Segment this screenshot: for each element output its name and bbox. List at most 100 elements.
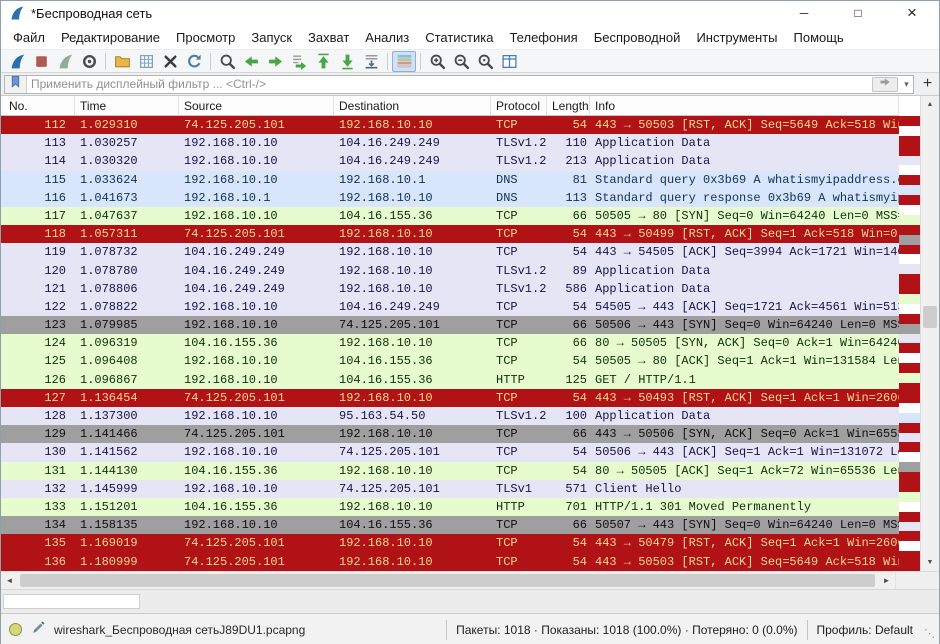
column-header-proto[interactable]: Protocol — [491, 96, 547, 115]
collapsed-pane-scrollbar[interactable] — [1, 589, 939, 613]
horizontal-scroll-track[interactable] — [18, 572, 878, 589]
packet-minimap[interactable] — [899, 96, 920, 571]
packet-row[interactable]: 1141.030320192.168.10.10104.16.249.249TL… — [1, 152, 899, 170]
packet-row[interactable]: 1241.096319104.16.155.36192.168.10.10TCP… — [1, 334, 899, 352]
packet-row[interactable]: 1121.02931074.125.205.101192.168.10.10TC… — [1, 116, 899, 134]
packet-row[interactable]: 1151.033624192.168.10.10192.168.10.1DNS8… — [1, 171, 899, 189]
zoom-out-button[interactable] — [449, 51, 473, 72]
menu-item-6[interactable]: Статистика — [417, 27, 501, 48]
collapsed-pane-thumb[interactable] — [3, 594, 140, 609]
expert-info-button[interactable] — [9, 623, 22, 636]
open-file-button[interactable] — [110, 51, 134, 72]
packet-row[interactable]: 1181.05731174.125.205.101192.168.10.10TC… — [1, 225, 899, 243]
packet-row[interactable]: 1271.13645474.125.205.101192.168.10.10TC… — [1, 389, 899, 407]
vertical-scrollbar[interactable]: ▲ ▼ — [920, 96, 939, 571]
colorize-button[interactable] — [392, 51, 416, 72]
packet-dst: 192.168.10.10 — [334, 280, 491, 298]
find-packet-button[interactable] — [215, 51, 239, 72]
packet-row[interactable]: 1171.047637192.168.10.10104.16.155.36TCP… — [1, 207, 899, 225]
minimap-stripe — [899, 146, 920, 156]
profile-button[interactable]: Профиль: Default — [807, 620, 923, 640]
packet-row[interactable]: 1331.151201104.16.155.36192.168.10.10HTT… — [1, 498, 899, 516]
menu-item-7[interactable]: Телефония — [501, 27, 585, 48]
close-button[interactable]: × — [885, 1, 939, 25]
menu-item-10[interactable]: Помощь — [786, 27, 852, 48]
packet-row[interactable]: 1341.158135192.168.10.10104.16.155.36TCP… — [1, 516, 899, 534]
zoom-original-icon — [477, 53, 494, 70]
scroll-right-button[interactable]: ► — [878, 572, 895, 589]
zoom-original-button[interactable] — [473, 51, 497, 72]
filter-bookmark-button[interactable] — [5, 76, 27, 93]
resize-columns-button[interactable] — [497, 51, 521, 72]
packet-time: 1.041673 — [75, 189, 179, 207]
resize-grip-icon[interactable]: ⋱ — [922, 619, 937, 640]
vertical-scroll-thumb[interactable] — [923, 306, 937, 328]
packet-no: 129 — [1, 425, 75, 443]
packet-row[interactable]: 1131.030257192.168.10.10104.16.249.249TL… — [1, 134, 899, 152]
menu-item-8[interactable]: Беспроводной — [586, 27, 689, 48]
column-header-src[interactable]: Source — [179, 96, 334, 115]
zoom-in-button[interactable] — [425, 51, 449, 72]
menu-item-2[interactable]: Просмотр — [168, 27, 243, 48]
menu-item-3[interactable]: Запуск — [243, 27, 300, 48]
filter-add-button[interactable]: + — [919, 75, 936, 94]
filter-apply-button[interactable] — [872, 77, 898, 92]
packet-no: 115 — [1, 171, 75, 189]
column-header-dst[interactable]: Destination — [334, 96, 491, 115]
go-first-packet-button[interactable] — [311, 51, 335, 72]
auto-scroll-button[interactable] — [359, 51, 383, 72]
go-last-packet-button[interactable] — [335, 51, 359, 72]
save-file-button[interactable] — [134, 51, 158, 72]
packet-row[interactable]: 1251.096408192.168.10.10104.16.155.36TCP… — [1, 352, 899, 370]
go-to-packet-button[interactable] — [287, 51, 311, 72]
minimize-button[interactable]: ─ — [777, 1, 831, 25]
close-file-button[interactable] — [158, 51, 182, 72]
column-header-time[interactable]: Time — [75, 96, 179, 115]
packet-row[interactable]: 1361.18099974.125.205.101192.168.10.10TC… — [1, 553, 899, 571]
packet-row[interactable]: 1281.137300192.168.10.1095.163.54.50TLSv… — [1, 407, 899, 425]
menu-item-0[interactable]: Файл — [5, 27, 53, 48]
packet-row[interactable]: 1311.144130104.16.155.36192.168.10.10TCP… — [1, 462, 899, 480]
capture-comment-button[interactable] — [31, 621, 45, 638]
maximize-button[interactable]: □ — [831, 1, 885, 25]
start-capture-button[interactable] — [5, 51, 29, 72]
packet-row[interactable]: 1231.079985192.168.10.1074.125.205.101TC… — [1, 316, 899, 334]
menu-item-5[interactable]: Анализ — [357, 27, 417, 48]
packet-row[interactable]: 1321.145999192.168.10.1074.125.205.101TL… — [1, 480, 899, 498]
packet-no: 114 — [1, 152, 75, 170]
column-header-info[interactable]: Info — [590, 96, 899, 115]
packet-row[interactable]: 1221.078822192.168.10.10104.16.249.249TC… — [1, 298, 899, 316]
horizontal-scroll-thumb[interactable] — [20, 574, 875, 587]
display-filter-input[interactable] — [27, 77, 872, 92]
column-header-no[interactable]: No. — [1, 96, 75, 115]
packet-row[interactable]: 1161.041673192.168.10.1192.168.10.10DNS1… — [1, 189, 899, 207]
filter-dropdown-button[interactable]: ▾ — [900, 79, 913, 90]
scroll-down-button[interactable]: ▼ — [921, 554, 939, 571]
packet-row[interactable]: 1261.096867192.168.10.10104.16.155.36HTT… — [1, 371, 899, 389]
toolbar-separator — [420, 53, 421, 70]
packet-src: 74.125.205.101 — [179, 225, 334, 243]
reload-file-button[interactable] — [182, 51, 206, 72]
scroll-up-button[interactable]: ▲ — [921, 96, 939, 113]
packet-no: 117 — [1, 207, 75, 225]
menu-item-9[interactable]: Инструменты — [688, 27, 785, 48]
packet-row[interactable]: 1201.078780104.16.249.249192.168.10.10TL… — [1, 262, 899, 280]
menu-item-1[interactable]: Редактирование — [53, 27, 168, 48]
packet-info: Application Data — [590, 152, 899, 170]
restart-capture-button[interactable] — [53, 51, 77, 72]
column-header-len[interactable]: Length — [547, 96, 590, 115]
stop-capture-button[interactable] — [29, 51, 53, 72]
packet-row[interactable]: 1291.14146674.125.205.101192.168.10.10TC… — [1, 425, 899, 443]
go-back-button[interactable] — [239, 51, 263, 72]
packet-no: 136 — [1, 553, 75, 571]
packet-row[interactable]: 1211.078806104.16.249.249192.168.10.10TL… — [1, 280, 899, 298]
go-forward-button[interactable] — [263, 51, 287, 72]
capture-options-button[interactable] — [77, 51, 101, 72]
packet-row[interactable]: 1191.078732104.16.249.249192.168.10.10TC… — [1, 243, 899, 261]
scroll-left-button[interactable]: ◄ — [1, 572, 18, 589]
packet-row[interactable]: 1301.141562192.168.10.1074.125.205.101TC… — [1, 443, 899, 461]
packet-len: 66 — [547, 207, 590, 225]
horizontal-scrollbar[interactable]: ◄ ► — [1, 571, 939, 589]
packet-row[interactable]: 1351.16901974.125.205.101192.168.10.10TC… — [1, 534, 899, 552]
menu-item-4[interactable]: Захват — [300, 27, 357, 48]
